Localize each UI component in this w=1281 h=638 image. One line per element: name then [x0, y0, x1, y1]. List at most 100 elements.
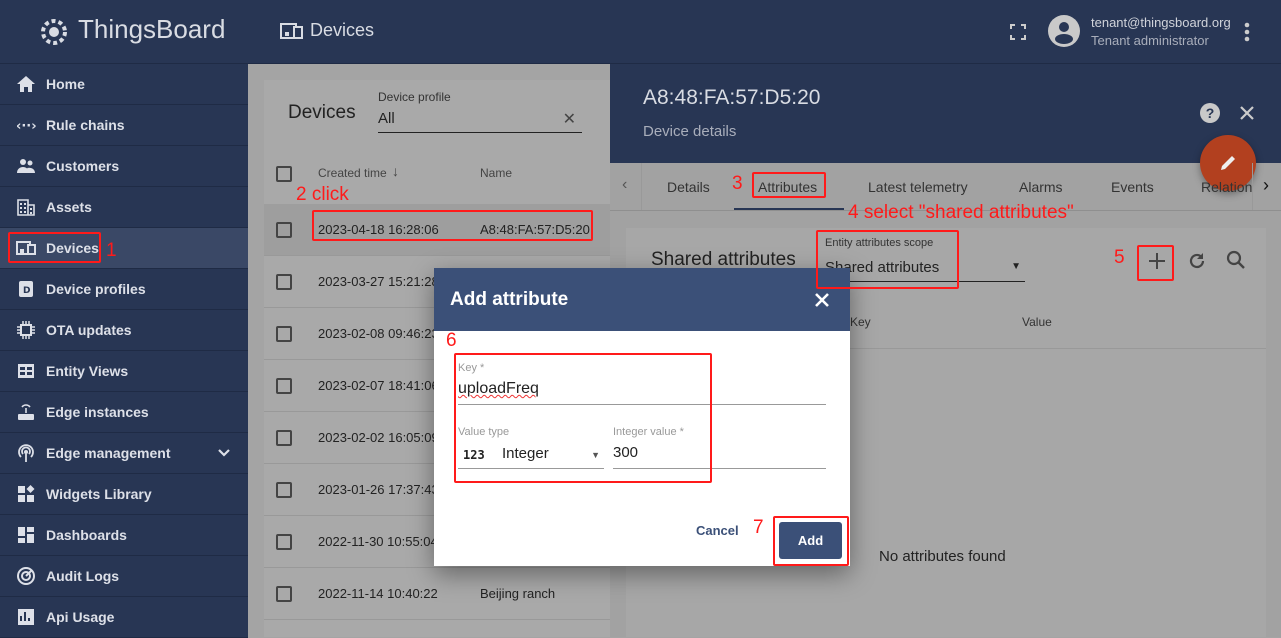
- row-created-time: 2023-03-27 15:21:28: [318, 274, 439, 289]
- tab-events[interactable]: Events: [1111, 179, 1154, 195]
- dashboards-icon: [18, 527, 34, 543]
- device-subtitle: Device details: [643, 123, 737, 140]
- svg-text:?: ?: [1206, 105, 1215, 121]
- customers-icon: [17, 159, 35, 173]
- widgets-icon: [18, 485, 35, 502]
- device-profiles-icon: D: [19, 281, 33, 297]
- row-checkbox[interactable]: [276, 586, 292, 602]
- tab-alarms[interactable]: Alarms: [1019, 179, 1063, 195]
- column-value[interactable]: Value: [1022, 315, 1052, 329]
- dialog-close-icon[interactable]: [814, 292, 830, 308]
- sidebar-item-customers[interactable]: Customers: [0, 146, 248, 187]
- tabs-scroll-left[interactable]: ‹: [610, 163, 642, 210]
- tab-latest-telemetry[interactable]: Latest telemetry: [868, 179, 968, 195]
- annotation-box-device-row: [312, 210, 593, 241]
- annotation-step-1: 1: [106, 240, 117, 261]
- annotation-box-attributes-tab: [752, 172, 826, 198]
- dropdown-arrow-icon: ▼: [1011, 261, 1021, 272]
- sidebar-item-label: Assets: [46, 199, 92, 215]
- tabs-scroll-right[interactable]: ›: [1252, 163, 1281, 210]
- api-usage-icon: [18, 609, 34, 625]
- row-checkbox[interactable]: [276, 430, 292, 446]
- cancel-button[interactable]: Cancel: [696, 523, 739, 538]
- sidebar-item-widgets-library[interactable]: Widgets Library: [0, 474, 248, 515]
- user-email: tenant@thingsboard.org: [1091, 15, 1231, 30]
- sidebar-item-ota-updates[interactable]: OTA updates: [0, 310, 248, 351]
- annotation-box-add-icon: [1137, 245, 1174, 281]
- sidebar-item-assets[interactable]: Assets: [0, 187, 248, 228]
- edge-icon: [18, 404, 34, 420]
- row-checkbox[interactable]: [276, 274, 292, 290]
- more-vert-icon[interactable]: [1244, 22, 1250, 42]
- row-checkbox[interactable]: [276, 534, 292, 550]
- column-name[interactable]: Name: [480, 166, 512, 180]
- fullscreen-icon[interactable]: [1010, 24, 1026, 40]
- dialog-header: Add attribute: [434, 268, 850, 331]
- sidebar-item-edge-management[interactable]: Edge management: [0, 433, 248, 474]
- sidebar-item-label: Dashboards: [46, 527, 127, 543]
- search-icon[interactable]: [1226, 250, 1246, 270]
- sidebar-item-label: Home: [46, 76, 85, 92]
- rule-chains-icon: ‹··›: [16, 119, 36, 134]
- help-icon[interactable]: ?: [1199, 102, 1221, 124]
- annotation-step-6: 6: [446, 330, 457, 351]
- entity-views-icon: [18, 364, 34, 378]
- user-role: Tenant administrator: [1091, 33, 1209, 48]
- clear-icon[interactable]: ✕: [563, 109, 576, 129]
- sidebar-item-dashboards[interactable]: Dashboards: [0, 515, 248, 556]
- sidebar-item-entity-views[interactable]: Entity Views: [0, 351, 248, 392]
- page-title-text: Devices: [310, 20, 375, 40]
- svg-text:‹··›: ‹··›: [16, 119, 36, 134]
- sidebar-item-api-usage[interactable]: Api Usage: [0, 597, 248, 638]
- page-title: Devices: [280, 20, 374, 41]
- refresh-icon[interactable]: [1187, 251, 1207, 271]
- sidebar-item-label: Audit Logs: [46, 568, 120, 584]
- column-key[interactable]: Key: [850, 315, 871, 329]
- sidebar-item-edge-instances[interactable]: Edge instances: [0, 392, 248, 433]
- sidebar-item-device-profiles[interactable]: D Device profiles: [0, 269, 248, 310]
- empty-message: No attributes found: [879, 548, 1006, 565]
- annotation-box-add-button: [773, 516, 849, 566]
- logo[interactable]: ThingsBoard: [0, 0, 248, 64]
- row-created-time: 2023-02-08 09:46:23: [318, 326, 439, 341]
- sidebar-item-rule-chains[interactable]: ‹··› Rule chains: [0, 105, 248, 146]
- sidebar-item-label: Rule chains: [46, 117, 125, 133]
- column-created-time[interactable]: Created time: [318, 166, 387, 180]
- row-checkbox[interactable]: [276, 482, 292, 498]
- sidebar-item-label: OTA updates: [46, 322, 132, 338]
- home-icon: [17, 76, 35, 92]
- row-created-time: 2022-11-30 10:55:04: [318, 534, 438, 549]
- top-bar: Devices tenant@thingsboard.org Tenant ad…: [248, 0, 1281, 64]
- annotation-step-4: 4 select "shared attributes": [848, 202, 1074, 223]
- row-checkbox[interactable]: [276, 222, 292, 238]
- tab-relations[interactable]: Relations: [1201, 179, 1252, 195]
- tab-details[interactable]: Details: [667, 179, 710, 195]
- device-profile-select[interactable]: All ✕: [378, 106, 582, 133]
- ota-icon: [17, 321, 35, 339]
- audit-icon: [17, 567, 35, 585]
- sidebar-item-label: Customers: [46, 158, 120, 174]
- table-row[interactable]: 2022-11-14 10:40:22 Beijing ranch: [264, 568, 610, 620]
- devices-list-title: Devices: [288, 102, 356, 123]
- active-tab-indicator: [734, 208, 844, 210]
- thingsboard-logo-icon: [41, 19, 67, 45]
- chevron-down-icon[interactable]: [214, 443, 234, 463]
- svg-text:D: D: [23, 286, 30, 296]
- annotation-box-scope: [816, 230, 959, 289]
- sidebar-item-audit-logs[interactable]: Audit Logs: [0, 556, 248, 597]
- close-icon[interactable]: [1239, 105, 1255, 121]
- annotation-step-2: 2 click: [296, 184, 349, 205]
- sidebar-item-label: Edge instances: [46, 404, 149, 420]
- sidebar: ThingsBoard Home ‹··› Rule chains Customers…: [0, 0, 248, 638]
- avatar[interactable]: [1048, 15, 1080, 47]
- sidebar-item-label: Entity Views: [46, 363, 129, 379]
- row-created-time: 2023-01-26 17:37:43: [318, 482, 439, 497]
- row-checkbox[interactable]: [276, 326, 292, 342]
- row-checkbox[interactable]: [276, 378, 292, 394]
- edge-management-icon: [18, 444, 34, 462]
- sidebar-item-label: Device profiles: [46, 281, 146, 297]
- sidebar-item-home[interactable]: Home: [0, 64, 248, 105]
- sidebar-item-label: Edge management: [46, 445, 171, 461]
- select-all-checkbox[interactable]: [276, 166, 292, 182]
- device-title: A8:48:FA:57:D5:20: [643, 86, 821, 109]
